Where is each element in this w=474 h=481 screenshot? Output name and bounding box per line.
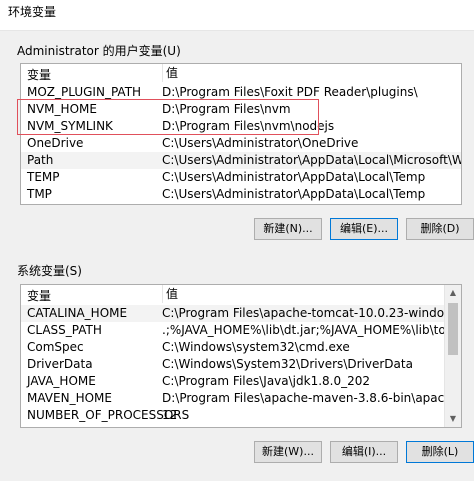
table-row[interactable]: Path C:\Users\Administrator\AppData\Loca… [21,152,461,169]
user-edit-button[interactable]: 编辑(E)... [330,218,398,240]
list-header: 变量 值 [21,64,461,82]
header-variable[interactable]: 变量 [27,66,51,83]
table-row[interactable]: TEMP C:\Users\Administrator\AppData\Loca… [21,169,461,186]
table-row[interactable]: MAVEN_HOME D:\Program Files\apache-maven… [21,390,461,407]
row-name: CATALINA_HOME [27,306,128,320]
table-row[interactable]: NUMBER_OF_PROCESSORS 12 [21,407,445,424]
table-row[interactable]: JAVA_HOME C:\Program Files\Java\jdk1.8.0… [21,373,445,390]
scroll-down-arrow-icon[interactable]: ▼ [445,411,461,427]
row-name: Path [27,153,54,167]
system-new-button[interactable]: 新建(W)... [254,441,322,463]
list-header: 变量 值 [21,285,445,303]
system-variables-label: 系统变量(S) [17,264,82,278]
row-name: MOZ_PLUGIN_PATH [27,85,142,99]
row-value: 12 [162,408,178,422]
table-row[interactable]: ComSpec C:\Windows\system32\cmd.exe [21,339,445,356]
user-new-button[interactable]: 新建(N)... [254,218,322,240]
row-name: NVM_SYMLINK [27,119,113,133]
row-name: DriverData [27,357,93,371]
row-value: D:\Program Files\apache-maven-3.8.6-bin\… [162,391,461,405]
system-delete-button[interactable]: 删除(L) [406,441,474,463]
table-row[interactable]: NVM_HOME D:\Program Files\nvm [21,101,461,118]
row-value: C:\Users\Administrator\AppData\Local\Tem… [162,170,426,184]
row-value: C:\Windows\System32\Drivers\DriverData [162,357,413,371]
row-name: OneDrive [27,136,84,150]
header-value[interactable]: 值 [162,285,178,303]
vertical-scrollbar[interactable]: ▲ ▼ [444,285,461,427]
row-value: C:\Users\Administrator\AppData\Local\Tem… [162,187,426,201]
row-name: TMP [27,187,52,201]
row-name: NVM_HOME [27,102,97,116]
row-value: C:\Users\Administrator\OneDrive [162,136,359,150]
scroll-thumb[interactable] [448,303,458,355]
user-variables-label: Administrator 的用户变量(U) [17,44,181,58]
row-value: C:\Users\Administrator\AppData\Local\Mic… [162,153,462,167]
row-name: TEMP [27,170,60,184]
row-value: D:\Program Files\Foxit PDF Reader\plugin… [162,85,418,99]
table-row[interactable]: CATALINA_HOME C:\Program Files\apache-to… [21,305,461,322]
row-name: CLASS_PATH [27,323,102,337]
table-row[interactable]: TMP C:\Users\Administrator\AppData\Local… [21,186,461,203]
row-value: C:\Windows\system32\cmd.exe [162,340,350,354]
system-variables-list[interactable]: 变量 值 CATALINA_HOME C:\Program Files\apac… [20,284,462,428]
row-name: ComSpec [27,340,84,354]
table-row[interactable]: DriverData C:\Windows\System32\Drivers\D… [21,356,445,373]
row-value: C:\Program Files\Java\jdk1.8.0_202 [162,374,371,388]
system-edit-button[interactable]: 编辑(I)... [330,441,398,463]
row-value: C:\Program Files\apache-tomcat-10.0.23-w… [162,306,462,320]
header-value[interactable]: 值 [162,64,178,82]
row-value: D:\Program Files\nvm\nodejs [162,119,335,133]
table-row[interactable]: CLASS_PATH .;%JAVA_HOME%\lib\dt.jar;%JAV… [21,322,461,339]
row-name: JAVA_HOME [27,374,96,388]
row-name: MAVEN_HOME [27,391,112,405]
table-row[interactable]: MOZ_PLUGIN_PATH D:\Program Files\Foxit P… [21,84,461,101]
table-row[interactable]: OneDrive C:\Users\Administrator\OneDrive [21,135,461,152]
scroll-up-arrow-icon[interactable]: ▲ [445,285,461,301]
row-value: .;%JAVA_HOME%\lib\dt.jar;%JAVA_HOME%\lib… [162,323,462,337]
user-delete-button[interactable]: 删除(D) [406,218,474,240]
window-title: 环境变量 [8,5,57,19]
title-bar: 环境变量 [0,0,474,31]
table-row[interactable]: NVM_SYMLINK D:\Program Files\nvm\nodejs [21,118,461,135]
user-variables-list[interactable]: 变量 值 MOZ_PLUGIN_PATH D:\Program Files\Fo… [20,63,462,205]
row-value: D:\Program Files\nvm [162,102,291,116]
header-variable[interactable]: 变量 [27,287,51,304]
